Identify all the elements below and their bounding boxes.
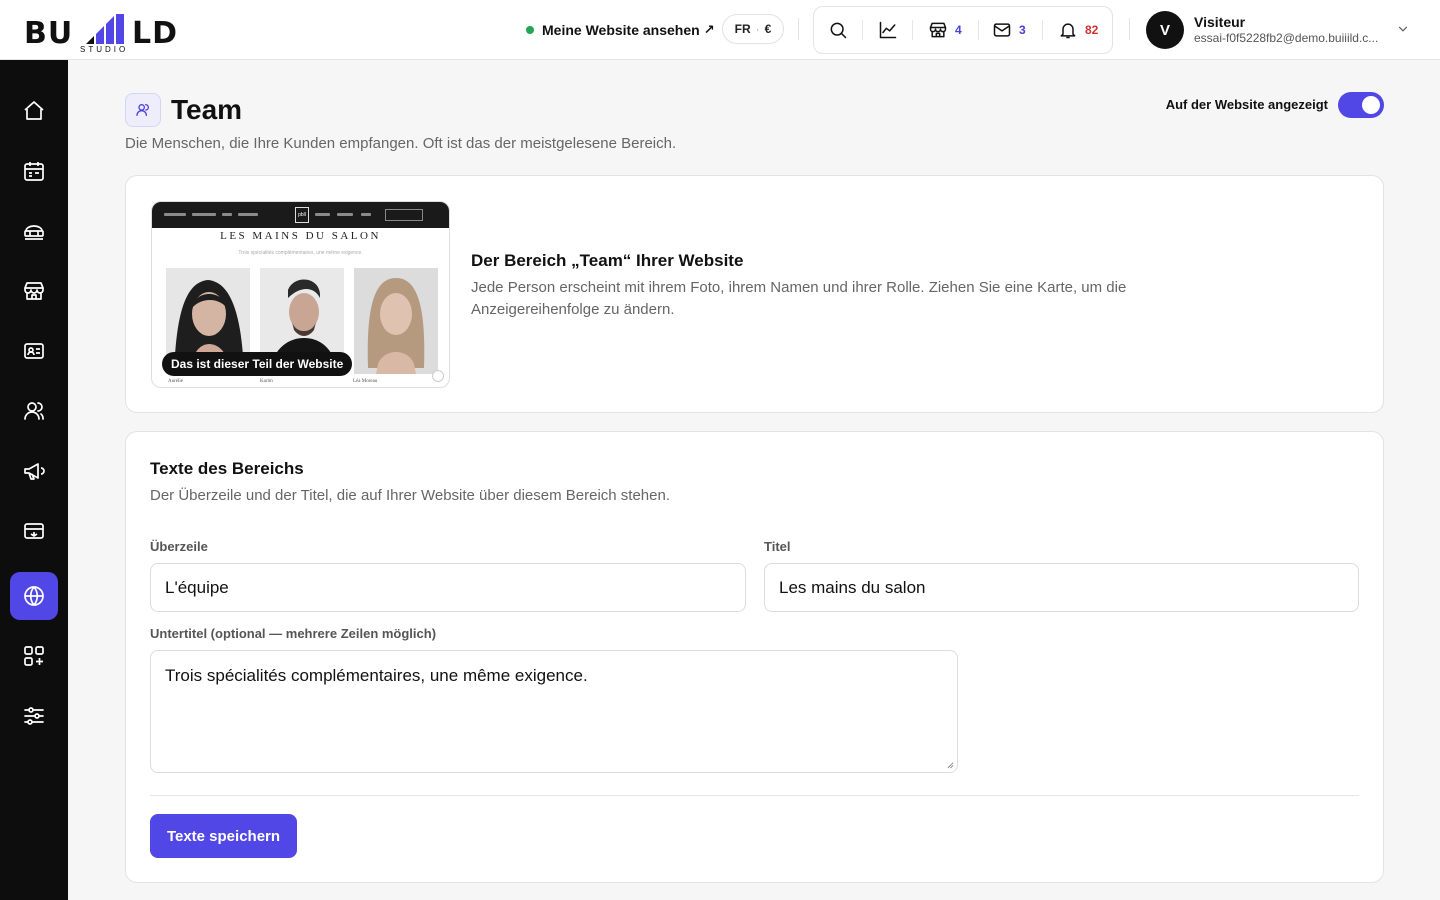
sidebar-item-apps[interactable] <box>10 632 58 680</box>
visibility-toggle[interactable] <box>1338 92 1384 118</box>
page-description: Die Menschen, die Ihre Kunden empfangen.… <box>125 135 677 152</box>
header-toolbar: 4 3 82 <box>813 6 1113 54</box>
sidebar-item-services[interactable] <box>10 207 58 255</box>
sidebar-item-team[interactable] <box>10 387 58 435</box>
online-status-dot <box>526 26 534 34</box>
sliders-icon <box>24 707 44 725</box>
section-info-title: Der Bereich „Team“ Ihrer Website <box>471 251 744 270</box>
pill-separator: · <box>755 22 760 36</box>
user-menu[interactable]: V Visiteur essai-f0f5228fb2@demo.buiiild… <box>1146 11 1416 49</box>
page-title: Team <box>171 94 243 125</box>
logo-text-left: BU <box>24 16 74 51</box>
external-link-icon: ↗ <box>703 22 715 37</box>
chevron-down-icon <box>1398 26 1408 32</box>
preview-badge: Das ist dieser Teil der Website <box>162 352 353 376</box>
logo-bars-icon <box>86 14 124 44</box>
preview-navbar: pbll <box>152 202 449 228</box>
users-icon <box>136 104 149 116</box>
resize-handle-icon[interactable] <box>945 760 954 769</box>
sidebar-item-settings[interactable] <box>10 692 58 740</box>
view-website-label: Meine Website ansehen <box>542 22 700 38</box>
messages-count: 3 <box>1019 23 1026 37</box>
notifications-count: 82 <box>1085 23 1099 37</box>
apps-add-icon <box>24 646 44 666</box>
sidebar-item-website[interactable] <box>10 572 58 620</box>
sidebar-item-marketing[interactable] <box>10 447 58 495</box>
sidebar-item-contacts[interactable] <box>10 327 58 375</box>
language-code: FR <box>734 22 751 36</box>
overline-label: Überzeile <box>150 539 208 554</box>
view-website-link[interactable]: Meine Website ansehen ↗ <box>526 20 715 40</box>
team-member-photo <box>354 268 438 374</box>
store-icon <box>24 282 44 300</box>
portrait-image <box>354 268 438 374</box>
shop-orders-button[interactable]: 4 <box>928 7 962 53</box>
header-divider <box>798 18 799 40</box>
section-info-description: Jede Person erscheint mit ihrem Foto, ih… <box>471 279 1127 318</box>
brand-logo[interactable]: BU LD STUDIO <box>24 8 184 54</box>
texts-card-description: Der Überzeile und der Titel, die auf Ihr… <box>150 487 670 504</box>
visibility-label: Auf der Website angezeigt <box>1165 97 1328 112</box>
search-button[interactable] <box>828 7 848 53</box>
notifications-button[interactable]: 82 <box>1058 7 1098 53</box>
title-label: Titel <box>764 539 791 554</box>
avatar: V <box>1146 11 1184 49</box>
preview-brand-mark: pbll <box>295 207 309 223</box>
top-bar: BU LD STUDIO Meine Website ansehen ↗ FR … <box>0 0 1440 60</box>
subtitle-textarea[interactable]: Trois spécialités complémentaires, une m… <box>150 650 958 773</box>
contact-card-icon <box>24 343 44 359</box>
preview-member-name: Aurélie <box>168 379 183 384</box>
save-texts-button[interactable]: Texte speichern <box>150 814 297 858</box>
sidebar-item-calendar[interactable] <box>10 147 58 195</box>
page-icon <box>125 93 161 127</box>
preview-subheading: Trois spécialités complémentaires, une m… <box>238 250 363 256</box>
preview-scroll-indicator <box>432 370 444 382</box>
title-input[interactable]: Les mains du salon <box>764 563 1359 612</box>
statistics-button[interactable] <box>878 7 898 53</box>
shop-orders-count: 4 <box>955 23 962 37</box>
preview-member-name: Karim <box>260 379 273 384</box>
subtitle-text: Trois spécialités complémentaires, une m… <box>165 666 588 685</box>
section-texts-card: Texte des Bereichs Der Überzeile und der… <box>125 431 1384 883</box>
globe-icon <box>24 586 44 606</box>
preview-heading: LES MAINS DU SALON <box>220 230 381 242</box>
sidebar <box>0 60 68 900</box>
divider <box>150 795 1359 796</box>
website-section-preview: pbll LES MAINS DU SALON Trois spécialité… <box>151 201 450 388</box>
sidebar-item-store[interactable] <box>10 267 58 315</box>
toggle-knob <box>1362 96 1380 114</box>
home-icon <box>24 101 44 120</box>
currency-symbol: € <box>764 22 772 36</box>
calendar-icon <box>24 162 44 181</box>
toolbar-divider <box>862 7 863 53</box>
toolbar-divider <box>1042 7 1043 53</box>
user-email: essai-f0f5228fb2@demo.buiiild.c... <box>1194 31 1379 45</box>
logo-subtitle: STUDIO <box>80 45 129 54</box>
payment-card-icon <box>24 523 44 539</box>
language-currency-selector[interactable]: FR · € <box>722 14 784 44</box>
section-preview-card: pbll LES MAINS DU SALON Trois spécialité… <box>125 175 1384 413</box>
toolbar-divider <box>978 7 979 53</box>
bell-icon <box>1060 23 1076 39</box>
sidebar-item-payments[interactable] <box>10 507 58 555</box>
preview-member-name: Léa Moreau <box>353 379 378 384</box>
header-divider <box>1129 18 1130 40</box>
store-icon <box>929 22 947 38</box>
search-icon <box>830 22 847 39</box>
megaphone-icon <box>24 463 45 480</box>
logo-text-right: LD <box>132 16 179 51</box>
chart-line-icon <box>879 21 897 39</box>
messages-button[interactable]: 3 <box>992 7 1026 53</box>
sidebar-item-home[interactable] <box>10 87 58 135</box>
users-icon <box>24 402 44 420</box>
mail-icon <box>993 23 1011 37</box>
texts-card-title: Texte des Bereichs <box>150 459 304 478</box>
preview-cta <box>385 209 423 221</box>
services-icon <box>24 225 44 240</box>
overline-input[interactable]: L'équipe <box>150 563 746 612</box>
user-name: Visiteur <box>1194 14 1246 30</box>
toolbar-divider <box>912 7 913 53</box>
subtitle-label: Untertitel (optional — mehrere Zeilen mö… <box>150 626 437 641</box>
